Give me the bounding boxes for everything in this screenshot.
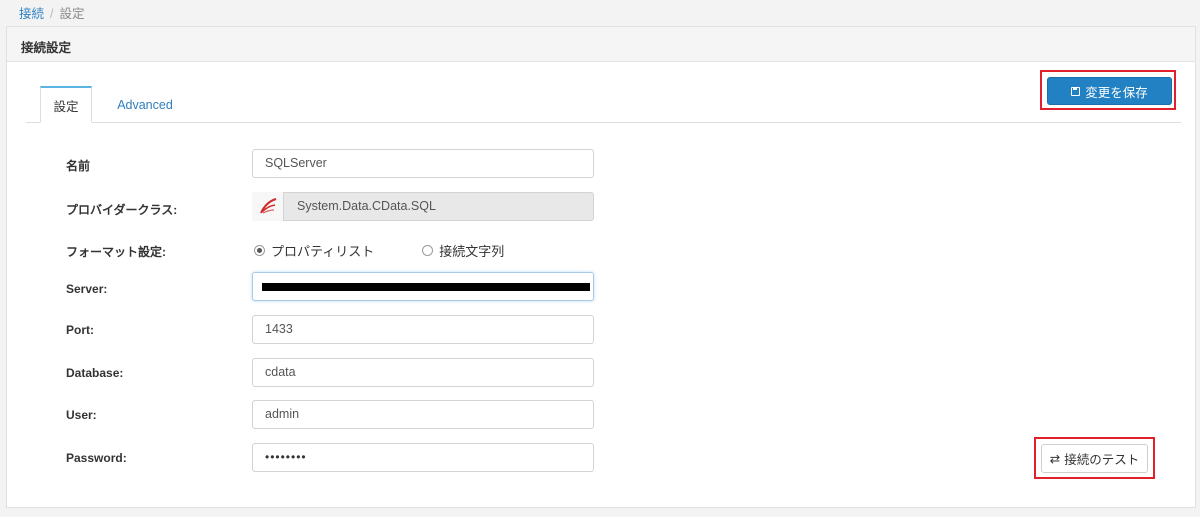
save-changes-button[interactable]: 変更を保存 — [1047, 77, 1172, 105]
test-connection-label: 接続のテスト — [1064, 453, 1140, 467]
name-input[interactable]: SQLServer — [252, 149, 594, 178]
tab-settings[interactable]: 設定 — [40, 86, 92, 123]
breadcrumb: 接続 / 設定 — [19, 3, 85, 22]
breadcrumb-separator: / — [50, 7, 54, 21]
database-input[interactable]: cdata — [252, 358, 594, 387]
name-label: 名前 — [66, 159, 91, 173]
radio-connection-string[interactable]: 接続文字列 — [422, 241, 504, 260]
radio-connection-string-label: 接続文字列 — [439, 244, 505, 259]
provider-class-label: プロバイダークラス: — [66, 203, 178, 217]
server-label: Server: — [66, 282, 108, 296]
breadcrumb-connections-link[interactable]: 接続 — [19, 7, 44, 21]
port-input[interactable]: 1433 — [252, 315, 594, 344]
radio-checked-icon — [254, 245, 265, 256]
cdata-logo-icon — [252, 192, 284, 221]
radio-property-list-label: プロパティリスト — [271, 244, 375, 259]
test-connection-button[interactable]: ⇄ 接続のテスト — [1041, 444, 1148, 473]
password-input[interactable]: •••••••• — [252, 443, 594, 472]
user-label: User: — [66, 408, 97, 422]
format-setting-label: フォーマット設定: — [66, 245, 166, 259]
panel-title: 接続設定 — [7, 27, 1195, 62]
floppy-disk-icon — [1071, 86, 1081, 96]
database-label: Database: — [66, 366, 124, 380]
radio-unchecked-icon — [422, 245, 434, 256]
swap-arrows-icon: ⇄ — [1049, 452, 1061, 466]
connection-settings-panel: 接続設定 変更を保存 設定 Advanced 名前 SQLServer プロバイ… — [6, 26, 1196, 508]
format-radio-group: プロパティリスト 接続文字列 — [254, 241, 504, 260]
radio-property-list[interactable]: プロパティリスト — [254, 241, 374, 260]
save-button-label: 変更を保存 — [1085, 85, 1148, 100]
redacted-server-value — [262, 283, 590, 291]
password-label: Password: — [66, 451, 127, 465]
tabs-divider — [26, 122, 1181, 123]
user-input[interactable]: admin — [252, 400, 594, 429]
breadcrumb-current: 設定 — [59, 7, 85, 21]
tab-advanced[interactable]: Advanced — [105, 86, 185, 123]
port-label: Port: — [66, 323, 94, 337]
provider-class-field: System.Data.CData.SQL — [252, 192, 594, 221]
